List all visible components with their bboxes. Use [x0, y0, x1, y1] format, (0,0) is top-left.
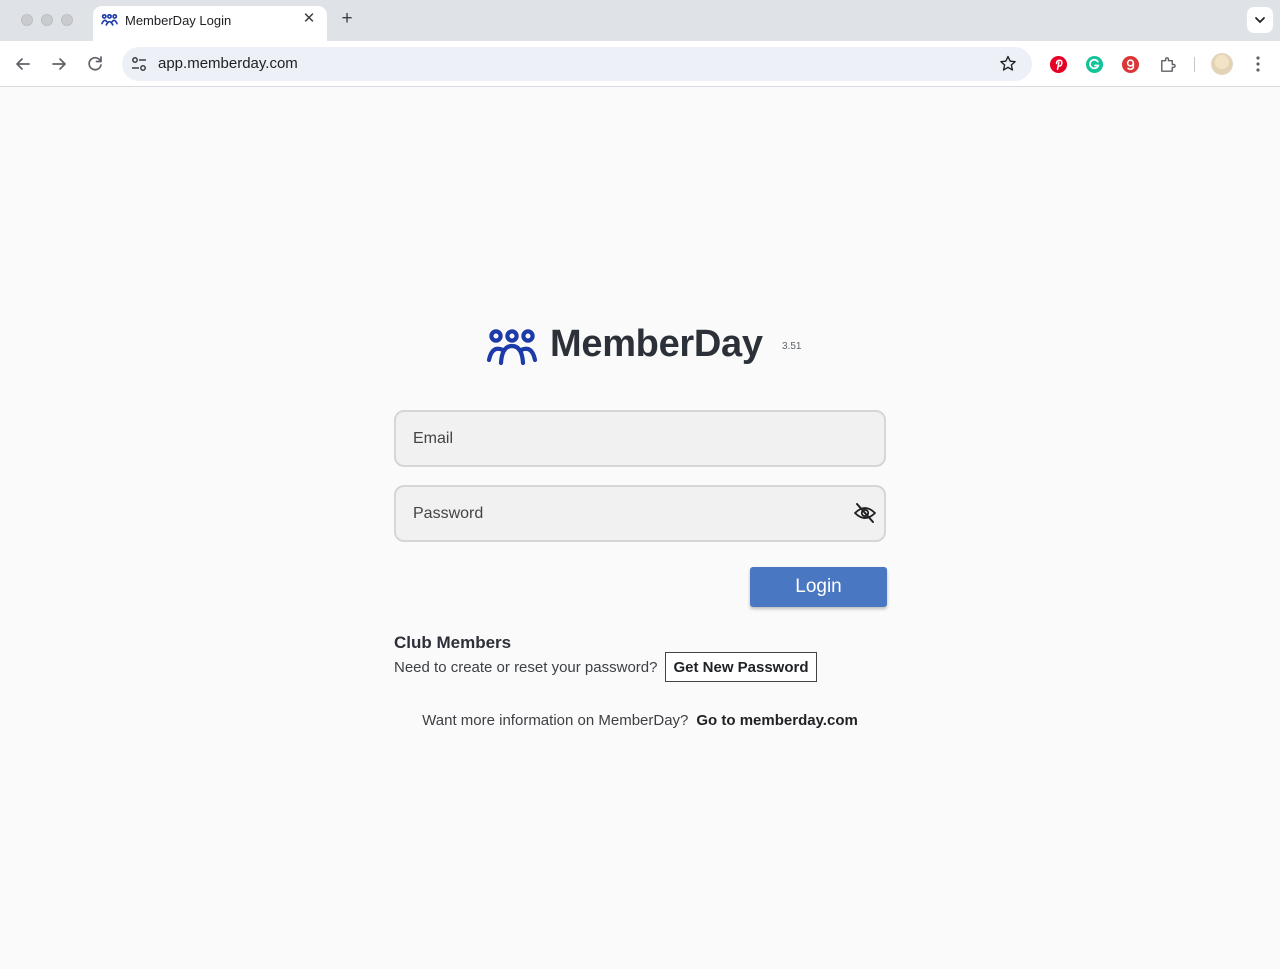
memberday-people-icon — [486, 329, 538, 366]
eye-slash-icon[interactable] — [853, 502, 877, 524]
minimize-window-dot[interactable] — [41, 14, 53, 26]
login-button[interactable]: Login — [750, 567, 887, 607]
more-menu-icon[interactable] — [1249, 53, 1267, 75]
get-new-password-button[interactable]: Get New Password — [665, 652, 817, 682]
bookmark-star-icon[interactable] — [998, 54, 1018, 74]
new-tab-button[interactable]: + — [337, 9, 357, 29]
g-extension-icon[interactable] — [1121, 55, 1140, 74]
forward-arrow-icon[interactable] — [47, 52, 71, 76]
version-label: 3.51 — [782, 341, 802, 352]
tab-close-icon[interactable]: ✕ — [301, 11, 317, 27]
reset-password-prompt: Need to create or reset your password? — [394, 659, 658, 676]
pinterest-extension-icon[interactable] — [1049, 55, 1068, 74]
maximize-window-dot[interactable] — [61, 14, 73, 26]
reload-icon[interactable] — [83, 52, 107, 76]
password-field[interactable] — [394, 485, 886, 542]
close-window-dot[interactable] — [21, 14, 33, 26]
address-bar[interactable]: app.memberday.com — [122, 47, 1032, 81]
memberday-favicon-icon — [101, 13, 118, 26]
site-info-tune-icon[interactable] — [130, 55, 148, 73]
grammarly-extension-icon[interactable] — [1085, 55, 1104, 74]
tab-title: MemberDay Login — [125, 13, 232, 28]
memberday-site-link[interactable]: Go to memberday.com — [696, 712, 857, 729]
tab-memberday-login[interactable]: MemberDay Login ✕ — [93, 6, 327, 41]
password-input[interactable] — [413, 487, 843, 540]
toolbar-divider — [1194, 57, 1195, 72]
chevron-down-icon — [1255, 17, 1265, 24]
more-info-line: Want more information on MemberDay? Go to… — [0, 712, 1280, 729]
email-input[interactable] — [413, 412, 843, 465]
extensions-puzzle-icon[interactable] — [1158, 55, 1177, 74]
email-field[interactable] — [394, 410, 886, 467]
brand-name: MemberDay — [550, 323, 763, 365]
brand-logo: MemberDay 3.51 — [486, 323, 816, 370]
tab-strip: MemberDay Login ✕ + — [0, 0, 1280, 41]
url-text[interactable]: app.memberday.com — [158, 55, 298, 72]
profile-avatar[interactable] — [1211, 53, 1233, 75]
back-arrow-icon[interactable] — [11, 52, 35, 76]
browser-toolbar: app.memberday.com — [0, 41, 1280, 87]
club-members-heading: Club Members — [394, 633, 512, 652]
tab-search-button[interactable] — [1247, 7, 1273, 33]
more-info-text: Want more information on MemberDay? — [422, 712, 689, 729]
